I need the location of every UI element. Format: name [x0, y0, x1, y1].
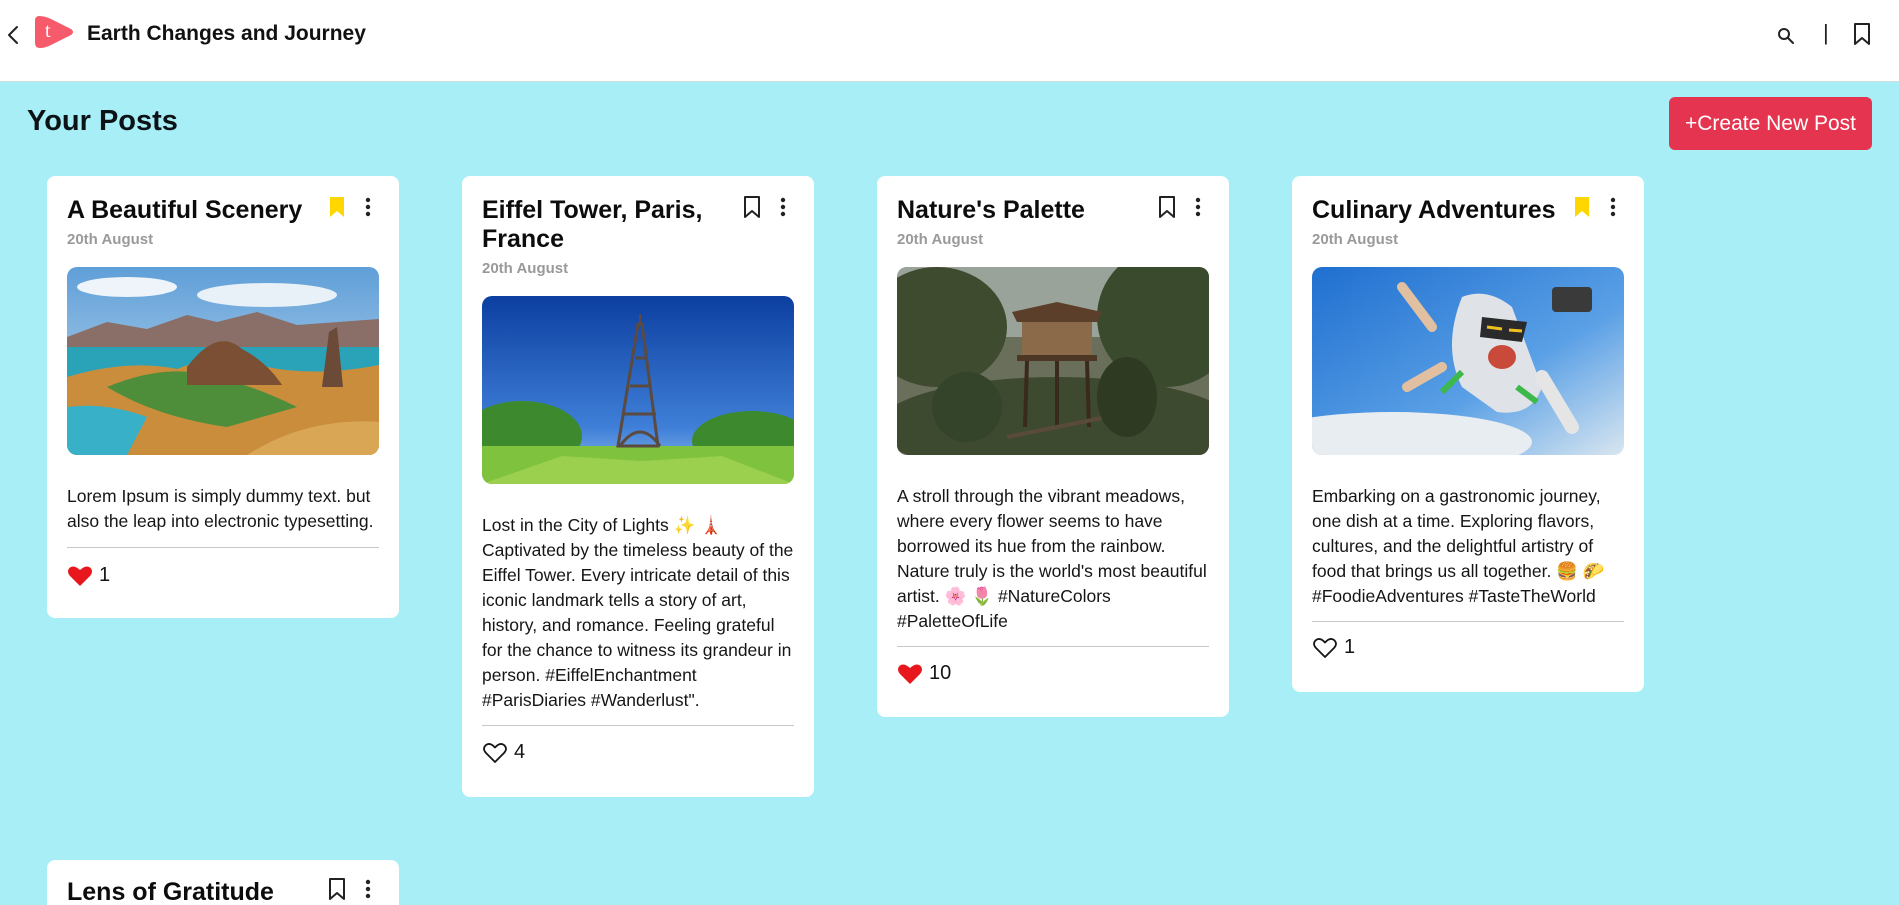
card-divider	[1312, 621, 1624, 622]
heart-outline-icon	[1313, 638, 1337, 658]
heart-filled-icon	[898, 664, 922, 684]
logo-letter: t	[45, 20, 51, 42]
more-options-icon[interactable]	[363, 195, 373, 219]
more-options-icon[interactable]	[363, 877, 373, 901]
post-card: Lens of Gratitude	[47, 860, 399, 905]
post-image	[1312, 267, 1624, 455]
more-options-icon[interactable]	[1608, 195, 1618, 219]
like-count: 4	[514, 741, 526, 763]
bookmark-icon[interactable]	[742, 195, 762, 219]
post-card: Eiffel Tower, Paris, France 20th August …	[462, 176, 814, 797]
post-title: A Beautiful Scenery	[67, 196, 303, 224]
app-title: Earth Changes and Journey	[87, 22, 366, 45]
post-title: Nature's Palette	[897, 196, 1085, 224]
more-options-icon[interactable]	[778, 195, 788, 219]
post-text: Lorem Ipsum is simply dummy text. but al…	[67, 486, 374, 531]
bookmark-icon[interactable]	[1157, 195, 1177, 219]
card-divider	[897, 646, 1209, 647]
top-bar: t Earth Changes and Journey |	[0, 0, 1899, 82]
post-image	[897, 267, 1209, 455]
back-icon[interactable]	[5, 24, 21, 46]
search-icon[interactable]	[1776, 24, 1796, 46]
bookmark-filled-icon[interactable]	[1572, 195, 1592, 219]
post-date: 20th August	[67, 231, 154, 248]
heart-outline-icon	[483, 743, 507, 763]
bookmark-icon[interactable]	[327, 877, 347, 901]
card-divider	[482, 725, 794, 726]
post-card: A Beautiful Scenery 20th August Lorem Ip…	[47, 176, 399, 618]
like-count: 1	[1344, 636, 1356, 658]
post-image	[67, 267, 379, 455]
post-title: Lens of Gratitude	[67, 878, 274, 905]
page-title: Your Posts	[27, 105, 178, 137]
more-options-icon[interactable]	[1193, 195, 1203, 219]
card-divider	[67, 547, 379, 548]
like-count: 10	[929, 662, 952, 684]
post-image	[482, 296, 794, 484]
post-date: 20th August	[482, 260, 569, 277]
bookmark-icon[interactable]	[1852, 22, 1872, 46]
bookmark-filled-icon[interactable]	[327, 195, 347, 219]
heart-filled-icon	[68, 566, 92, 586]
app-logo[interactable]: t	[33, 12, 75, 52]
post-date: 20th August	[1312, 231, 1399, 248]
post-date: 20th August	[897, 231, 984, 248]
post-text: A stroll through the vibrant meadows, wh…	[897, 486, 1207, 631]
header-divider: |	[1823, 20, 1829, 45]
post-card: Nature's Palette 20th August A stroll th…	[877, 176, 1229, 717]
like-count: 1	[99, 564, 111, 586]
post-title: Eiffel Tower, Paris, France	[482, 196, 703, 253]
post-card: Culinary Adventures 20th August Embarkin…	[1292, 176, 1644, 692]
post-text: Lost in the City of Lights ✨ 🗼 Captivate…	[482, 515, 794, 710]
post-text: Embarking on a gastronomic journey, one …	[1312, 486, 1605, 606]
post-title: Culinary Adventures	[1312, 196, 1556, 224]
create-post-button[interactable]: +Create New Post	[1669, 97, 1872, 150]
